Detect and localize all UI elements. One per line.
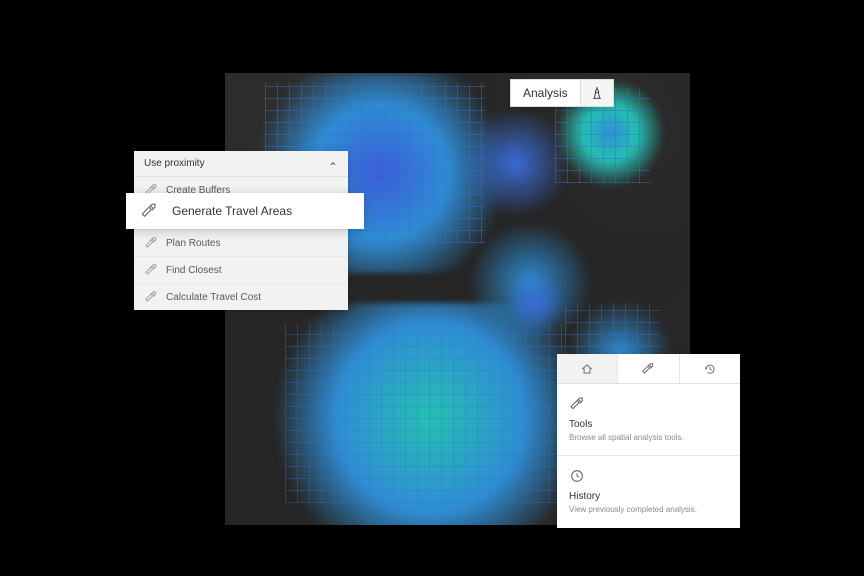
history-section[interactable]: History View previously completed analys… bbox=[557, 456, 740, 527]
tools-section[interactable]: Tools Browse all spatial analysis tools. bbox=[557, 384, 740, 455]
tool-generate-travel-areas[interactable]: Generate Travel Areas bbox=[126, 193, 364, 229]
tools-tabs bbox=[557, 354, 740, 384]
tool-label: Calculate Travel Cost bbox=[166, 292, 261, 303]
tab-home[interactable] bbox=[557, 354, 618, 383]
hammer-icon bbox=[144, 236, 158, 250]
proximity-title: Use proximity bbox=[144, 158, 205, 169]
home-icon bbox=[580, 362, 594, 376]
chevron-up-icon bbox=[328, 159, 338, 169]
hammer-icon bbox=[144, 290, 158, 304]
analysis-label: Analysis bbox=[511, 80, 580, 106]
history-description: View previously completed analysis. bbox=[569, 505, 728, 515]
tool-label: Find Closest bbox=[166, 265, 222, 276]
history-icon bbox=[703, 362, 717, 376]
hammer-icon bbox=[140, 202, 158, 220]
tool-label: Generate Travel Areas bbox=[172, 204, 292, 218]
history-title: History bbox=[569, 491, 728, 502]
hammer-icon bbox=[641, 362, 655, 376]
analysis-icon bbox=[580, 80, 613, 106]
proximity-header[interactable]: Use proximity bbox=[134, 151, 348, 177]
clock-icon bbox=[569, 468, 585, 484]
tools-description: Browse all spatial analysis tools. bbox=[569, 433, 728, 443]
tool-find-closest[interactable]: Find Closest bbox=[134, 257, 348, 284]
analysis-button[interactable]: Analysis bbox=[510, 79, 614, 107]
hammer-icon bbox=[144, 263, 158, 277]
tool-plan-routes[interactable]: Plan Routes bbox=[134, 230, 348, 257]
tool-label: Plan Routes bbox=[166, 238, 220, 249]
tools-history-panel: Tools Browse all spatial analysis tools.… bbox=[557, 354, 740, 528]
tools-title: Tools bbox=[569, 419, 728, 430]
hammer-icon bbox=[569, 396, 585, 412]
tab-history[interactable] bbox=[680, 354, 740, 383]
tab-tools[interactable] bbox=[618, 354, 679, 383]
proximity-panel: Use proximity Create Buffers Plan Routes… bbox=[134, 151, 348, 310]
tool-calculate-travel-cost[interactable]: Calculate Travel Cost bbox=[134, 284, 348, 310]
